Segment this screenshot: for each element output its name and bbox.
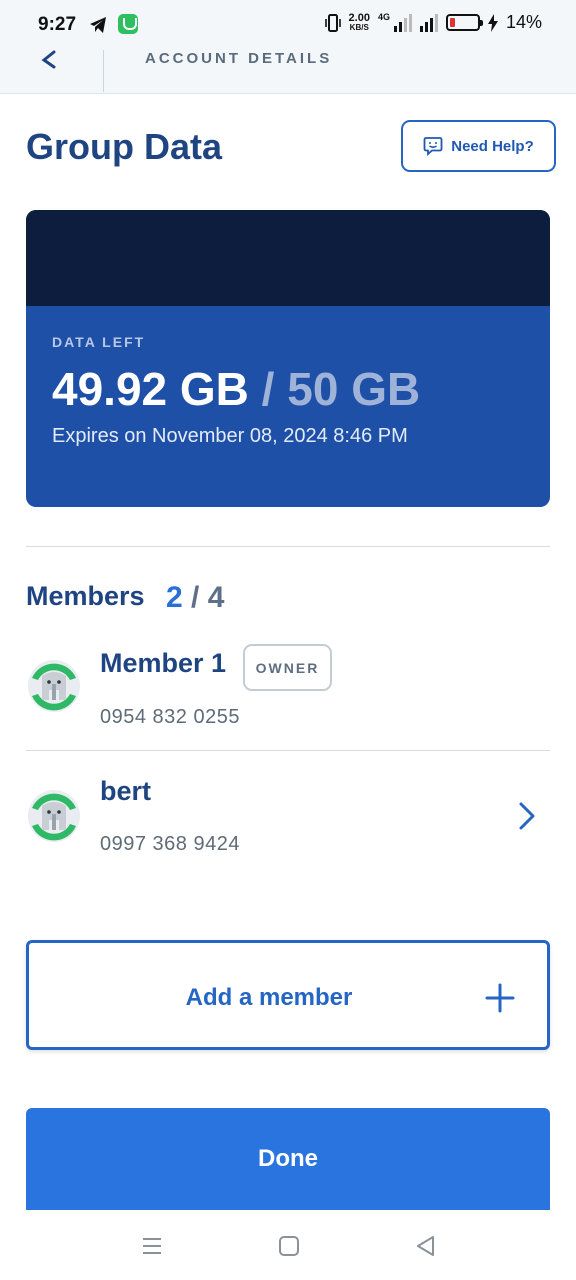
data-remaining: 49.92 GB [52, 363, 249, 415]
need-help-button[interactable]: Need Help? [401, 120, 556, 172]
members-title: Members [26, 581, 145, 611]
add-member-label: Add a member [185, 984, 353, 1011]
data-separator: / [248, 363, 288, 415]
member-phone: 0954 832 0255 [100, 706, 240, 728]
chat-help-icon [423, 137, 443, 156]
back-nav-icon[interactable] [414, 1234, 438, 1258]
app-notification-icon [118, 14, 138, 34]
status-icons: 2.00 KB/S 4G 14% [324, 11, 542, 33]
network-type: 4G [377, 12, 390, 22]
member-name: bert [100, 776, 152, 806]
back-icon[interactable] [36, 50, 66, 72]
avatar [28, 660, 80, 712]
battery-percent: 14% [505, 12, 542, 32]
member-row[interactable]: bert 0997 368 9424 [26, 760, 550, 880]
page-title: Group Data [26, 126, 223, 167]
add-member-button[interactable]: Add a member [26, 940, 550, 1050]
chevron-right-icon[interactable] [516, 798, 540, 834]
member-name: Member 1 [100, 648, 227, 678]
vibrate-icon [324, 13, 341, 32]
signal-icon [393, 13, 412, 32]
done-button[interactable]: Done [26, 1108, 550, 1210]
card-header-band [26, 210, 550, 306]
signal-icon-2 [419, 13, 438, 32]
section-divider [26, 546, 550, 547]
data-left-label: DATA LEFT [52, 334, 146, 350]
members-count-current: 2 [166, 581, 183, 614]
data-total: 50 GB [287, 363, 421, 415]
data-expiry: Expires on November 08, 2024 8:46 PM [52, 425, 408, 447]
app-header: ACCOUNT DETAILS [0, 50, 576, 94]
data-usage-card: DATA LEFT 49.92 GB / 50 GB Expires on No… [26, 210, 550, 507]
members-count: 2 / 4 [166, 581, 224, 615]
member-row-owner: Member 1 OWNER 0954 832 0255 [26, 630, 550, 750]
network-speed: 2.00 KB/S [348, 11, 370, 32]
status-time: 9:27 [38, 14, 77, 35]
plus-icon [485, 983, 515, 1013]
telegram-icon [90, 17, 106, 33]
member-phone: 0997 368 9424 [100, 833, 240, 855]
charging-icon [487, 13, 498, 32]
status-bar: 9:27 2.00 KB/S 4G 14% [0, 0, 576, 50]
data-amount: 49.92 GB / 50 GB [52, 362, 420, 416]
owner-badge: OWNER [243, 644, 332, 691]
battery-icon [445, 14, 483, 31]
member-divider [26, 750, 550, 751]
home-icon[interactable] [277, 1234, 301, 1258]
header-title: ACCOUNT DETAILS [145, 50, 333, 67]
avatar [28, 790, 80, 842]
header-divider [103, 50, 104, 92]
recent-apps-icon[interactable] [140, 1234, 164, 1258]
members-count-max: 4 [207, 581, 225, 614]
system-nav-bar [0, 1210, 576, 1280]
members-count-separator: / [182, 581, 208, 614]
need-help-label: Need Help? [451, 137, 534, 155]
